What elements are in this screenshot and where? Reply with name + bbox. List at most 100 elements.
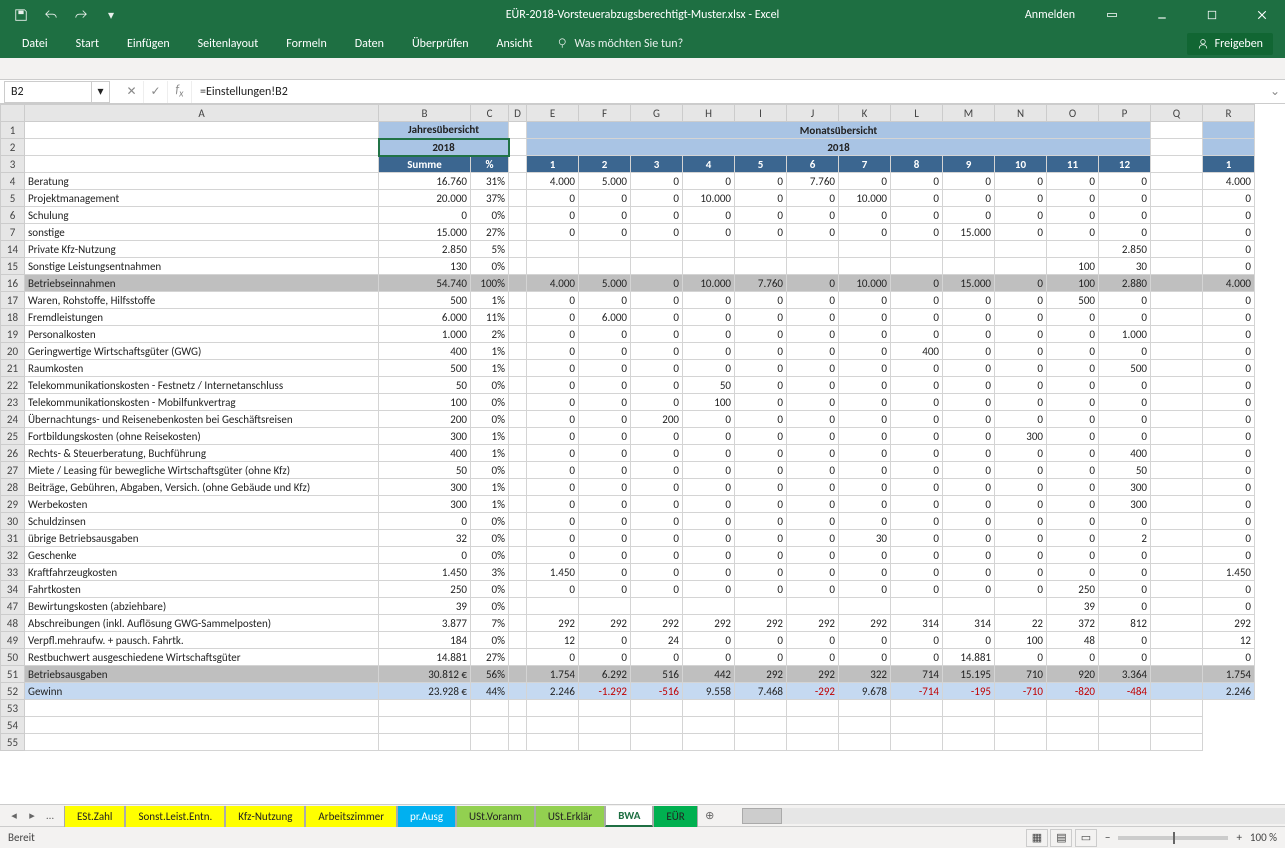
month-cell[interactable]: 0	[579, 292, 631, 309]
ribbon-tab-formeln[interactable]: Formeln	[272, 30, 340, 58]
summe-cell[interactable]: 300	[379, 479, 471, 496]
r-cell[interactable]: 0	[1203, 343, 1255, 360]
r-cell[interactable]: 0	[1203, 258, 1255, 275]
row-label[interactable]: Restbuchwert ausgeschiedene Wirtschaftsg…	[25, 649, 379, 666]
month-cell[interactable]: 0	[683, 513, 735, 530]
month-cell[interactable]: 0	[787, 445, 839, 462]
month-cell[interactable]: 0	[527, 207, 579, 224]
month-cell[interactable]: 372	[1047, 615, 1099, 632]
col-header-F[interactable]: F	[579, 105, 631, 122]
month-cell[interactable]: 0	[943, 360, 995, 377]
month-cell[interactable]: 0	[995, 547, 1047, 564]
month-cell[interactable]: 0	[943, 530, 995, 547]
month-cell[interactable]: 0	[527, 343, 579, 360]
sheet-tab-arbeitszimmer[interactable]: Arbeitszimmer	[305, 806, 397, 827]
month-cell[interactable]: 15.000	[943, 275, 995, 292]
r-cell[interactable]: 0	[1203, 598, 1255, 615]
pct-cell[interactable]: 0%	[471, 377, 509, 394]
month-cell[interactable]: 0	[579, 513, 631, 530]
row-header[interactable]: 32	[1, 547, 25, 564]
month-cell[interactable]: 0	[683, 649, 735, 666]
col-header-L[interactable]: L	[891, 105, 943, 122]
month-cell[interactable]: 0	[787, 496, 839, 513]
empty-cell[interactable]	[683, 717, 735, 734]
month-cell[interactable]: 0	[631, 326, 683, 343]
r-cell[interactable]: 0	[1203, 513, 1255, 530]
summe-cell[interactable]: 184	[379, 632, 471, 649]
month-header-6[interactable]: 6	[787, 156, 839, 173]
r-cell[interactable]: 0	[1203, 496, 1255, 513]
month-cell[interactable]: 0	[527, 224, 579, 241]
sheet-tab-prausg[interactable]: pr.Ausg	[397, 806, 456, 827]
r-header[interactable]: 1	[1203, 156, 1255, 173]
month-cell[interactable]	[787, 241, 839, 258]
pct-cell[interactable]: 0%	[471, 598, 509, 615]
month-cell[interactable]: 2.880	[1099, 275, 1151, 292]
month-cell[interactable]: 7.760	[735, 275, 787, 292]
month-cell[interactable]: 0	[1099, 394, 1151, 411]
month-cell[interactable]: 0	[943, 173, 995, 190]
month-cell[interactable]: 24	[631, 632, 683, 649]
month-cell[interactable]: 0	[995, 190, 1047, 207]
month-cell[interactable]: 7.468	[735, 683, 787, 700]
month-cell[interactable]: 0	[891, 326, 943, 343]
month-cell[interactable]: 0	[1047, 224, 1099, 241]
formula-input[interactable]: =Einstellungen!B2	[192, 81, 1265, 103]
month-cell[interactable]: 0	[787, 428, 839, 445]
r-cell[interactable]: 0	[1203, 309, 1255, 326]
month-cell[interactable]	[631, 241, 683, 258]
month-cell[interactable]: 0	[1047, 360, 1099, 377]
month-cell[interactable]: 0	[735, 343, 787, 360]
col-header-O[interactable]: O	[1047, 105, 1099, 122]
month-cell[interactable]: 100	[1047, 275, 1099, 292]
pct-cell[interactable]: 2%	[471, 326, 509, 343]
month-cell[interactable]: 0	[891, 428, 943, 445]
month-cell[interactable]: 710	[995, 666, 1047, 683]
month-cell[interactable]: 0	[579, 462, 631, 479]
month-cell[interactable]: 0	[943, 445, 995, 462]
month-header-7[interactable]: 7	[839, 156, 891, 173]
row-label[interactable]: Schulung	[25, 207, 379, 224]
pct-cell[interactable]: 1%	[471, 445, 509, 462]
month-cell[interactable]: 0	[787, 309, 839, 326]
month-cell[interactable]: 0	[735, 224, 787, 241]
month-cell[interactable]: 0	[1099, 564, 1151, 581]
row-label[interactable]: Geringwertige Wirtschaftsgüter (GWG)	[25, 343, 379, 360]
month-cell[interactable]: -820	[1047, 683, 1099, 700]
col-header-N[interactable]: N	[995, 105, 1047, 122]
summe-cell[interactable]: 250	[379, 581, 471, 598]
month-cell[interactable]: 0	[891, 462, 943, 479]
undo-icon[interactable]	[38, 2, 64, 28]
month-cell[interactable]: 0	[787, 632, 839, 649]
row-header[interactable]: 28	[1, 479, 25, 496]
row-header[interactable]: 18	[1, 309, 25, 326]
empty-cell[interactable]	[1047, 717, 1099, 734]
month-cell[interactable]: 0	[579, 343, 631, 360]
month-cell[interactable]: 314	[943, 615, 995, 632]
pct-cell[interactable]: 0%	[471, 530, 509, 547]
empty-cell[interactable]	[943, 734, 995, 751]
zoom-out-icon[interactable]: −	[1105, 831, 1110, 844]
pct-cell[interactable]: 0%	[471, 394, 509, 411]
month-header-12[interactable]: 12	[1099, 156, 1151, 173]
close-icon[interactable]	[1239, 0, 1285, 30]
month-cell[interactable]: 500	[1099, 360, 1151, 377]
month-cell[interactable]: 0	[839, 360, 891, 377]
row-header[interactable]: 27	[1, 462, 25, 479]
month-cell[interactable]: 0	[839, 547, 891, 564]
month-cell[interactable]: 0	[527, 394, 579, 411]
empty-cell[interactable]	[631, 717, 683, 734]
summe-cell[interactable]: 16.760	[379, 173, 471, 190]
month-cell[interactable]: 0	[1047, 564, 1099, 581]
month-cell[interactable]: 0	[527, 428, 579, 445]
horizontal-scrollbar[interactable]	[742, 808, 1285, 824]
summe-cell[interactable]: 0	[379, 513, 471, 530]
minimize-icon[interactable]	[1139, 0, 1185, 30]
month-cell[interactable]: 15.000	[943, 224, 995, 241]
month-cell[interactable]: 0	[839, 496, 891, 513]
month-cell[interactable]: 0	[631, 343, 683, 360]
month-cell[interactable]: 0	[631, 275, 683, 292]
row-header[interactable]: 1	[1, 122, 25, 139]
month-cell[interactable]: 0	[943, 292, 995, 309]
row-header[interactable]: 52	[1, 683, 25, 700]
